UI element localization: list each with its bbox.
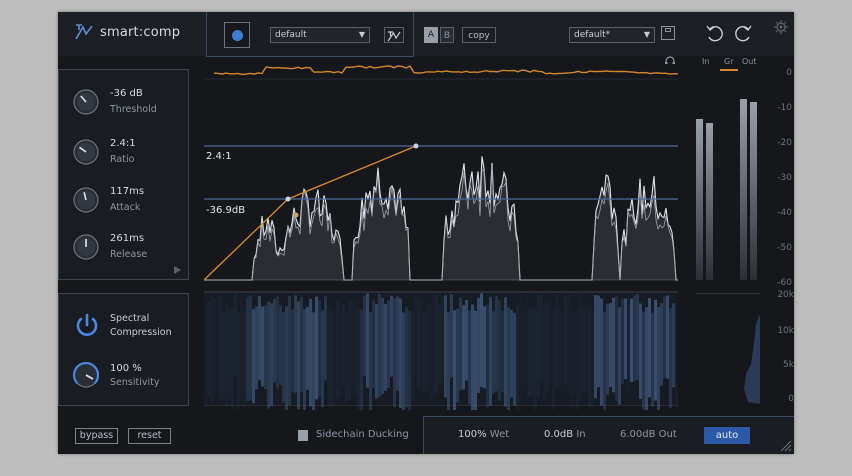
attack-knob[interactable] (72, 186, 100, 214)
frequency-scale-label: 0 (788, 394, 794, 404)
reset-button[interactable]: reset (128, 428, 171, 444)
sidechain-label: Sidechain Ducking (316, 429, 409, 440)
chevron-down-icon: ▼ (643, 30, 650, 39)
threshold-label: -36.9dB (206, 205, 245, 216)
spectral-title: Spectral Compression (110, 312, 172, 340)
attack-label: Attack (110, 202, 141, 213)
ratio-handle[interactable] (413, 143, 419, 149)
spectrogram (204, 293, 678, 410)
db-scale-label: -40 (777, 208, 792, 218)
frequency-meter (696, 293, 760, 406)
output-gain-value: 6.00dB (620, 429, 656, 440)
preset-dropdown-value: default* (574, 30, 611, 40)
sensitivity-knob[interactable] (72, 361, 100, 389)
threshold-value: -36 dB (110, 88, 143, 99)
frequency-scale-label: 20k (777, 290, 794, 300)
frequency-scale-label: 10k (777, 326, 794, 336)
output-gain-control[interactable]: 6.00dB Out (620, 429, 677, 440)
record-dot-icon (232, 30, 243, 41)
undo-icon[interactable] (704, 22, 726, 44)
resize-handle-icon[interactable] (778, 438, 792, 452)
db-scale-label: -10 (777, 103, 792, 113)
preset-dropdown[interactable]: default* ▼ (569, 27, 655, 43)
meter-tab-active-indicator (720, 69, 738, 71)
out-meter-right (750, 102, 757, 280)
db-scale: 0 -10 -20 -30 -40 -50 -60 (764, 68, 792, 288)
sensitivity-label: Sensitivity (110, 377, 160, 388)
threshold-handle[interactable] (285, 196, 291, 202)
sidechain-checkbox[interactable] (298, 430, 308, 441)
compressor-graph[interactable]: 2.4:1 -36.9dB (204, 64, 678, 410)
db-scale-label: -50 (777, 243, 792, 253)
release-value: 261ms (110, 233, 145, 244)
db-scale-label: -60 (777, 278, 792, 288)
ratio-label: Ratio (110, 154, 135, 165)
copy-button[interactable]: copy (462, 27, 496, 43)
spectral-title-line1: Spectral (110, 313, 150, 324)
app-title: smart:comp (100, 25, 181, 40)
input-gain-control[interactable]: 0.0dB In (544, 429, 586, 440)
profile-dropdown-value: default (275, 30, 307, 40)
threshold-knob[interactable] (72, 88, 100, 116)
frequency-scale-label: 5k (783, 360, 794, 370)
release-label: Release (110, 249, 148, 260)
wet-control[interactable]: 100% Wet (458, 429, 509, 440)
smart-logo-icon (387, 31, 401, 42)
auto-button[interactable]: auto (704, 427, 750, 444)
chevron-down-icon: ▼ (358, 30, 365, 39)
ratio-value: 2.4:1 (110, 138, 136, 149)
db-scale-label: 0 (786, 68, 792, 78)
smart-logo-icon (75, 24, 93, 40)
save-icon[interactable] (661, 26, 675, 40)
profile-learn-button[interactable] (384, 27, 404, 43)
release-knob[interactable] (72, 233, 100, 261)
threshold-label: Threshold (110, 104, 157, 115)
frequency-curve (744, 314, 760, 404)
out-meter-left (740, 99, 747, 280)
expand-arrow-icon[interactable] (174, 266, 181, 274)
spectral-panel (58, 293, 189, 406)
sensitivity-value: 100 % (110, 363, 142, 374)
ratio-knob[interactable] (72, 138, 100, 166)
ratio-label: 2.4:1 (206, 151, 232, 162)
db-scale-label: -30 (777, 173, 792, 183)
plugin-window: smart:comp default ▼ A B copy default* ▼ (58, 12, 794, 454)
meter-tab-gr[interactable]: Gr (724, 57, 734, 66)
level-meters (696, 74, 757, 280)
in-meter-right (706, 123, 713, 280)
spectral-title-line2: Compression (110, 327, 172, 338)
ab-b-button[interactable]: B (440, 27, 454, 43)
gear-icon[interactable] (774, 20, 788, 34)
ab-a-button[interactable]: A (424, 27, 438, 43)
power-icon[interactable] (74, 312, 100, 338)
meter-tab-out[interactable]: Out (742, 57, 757, 66)
meter-tab-in[interactable]: In (702, 57, 709, 66)
frequency-scale: 20k 10k 5k 0 (764, 290, 794, 410)
bypass-button[interactable]: bypass (75, 428, 118, 444)
knee-handle[interactable] (293, 212, 299, 218)
wet-value: 100% (458, 429, 487, 440)
wet-label: Wet (489, 429, 510, 440)
output-gain-label: Out (658, 429, 677, 440)
input-gain-value: 0.0dB (544, 429, 574, 440)
in-meter-left (696, 119, 703, 280)
db-scale-label: -20 (777, 138, 792, 148)
input-gain-label: In (576, 429, 586, 440)
record-button[interactable] (224, 22, 250, 48)
profile-dropdown[interactable]: default ▼ (270, 27, 370, 43)
redo-icon[interactable] (732, 22, 754, 44)
attack-value: 117ms (110, 186, 145, 197)
